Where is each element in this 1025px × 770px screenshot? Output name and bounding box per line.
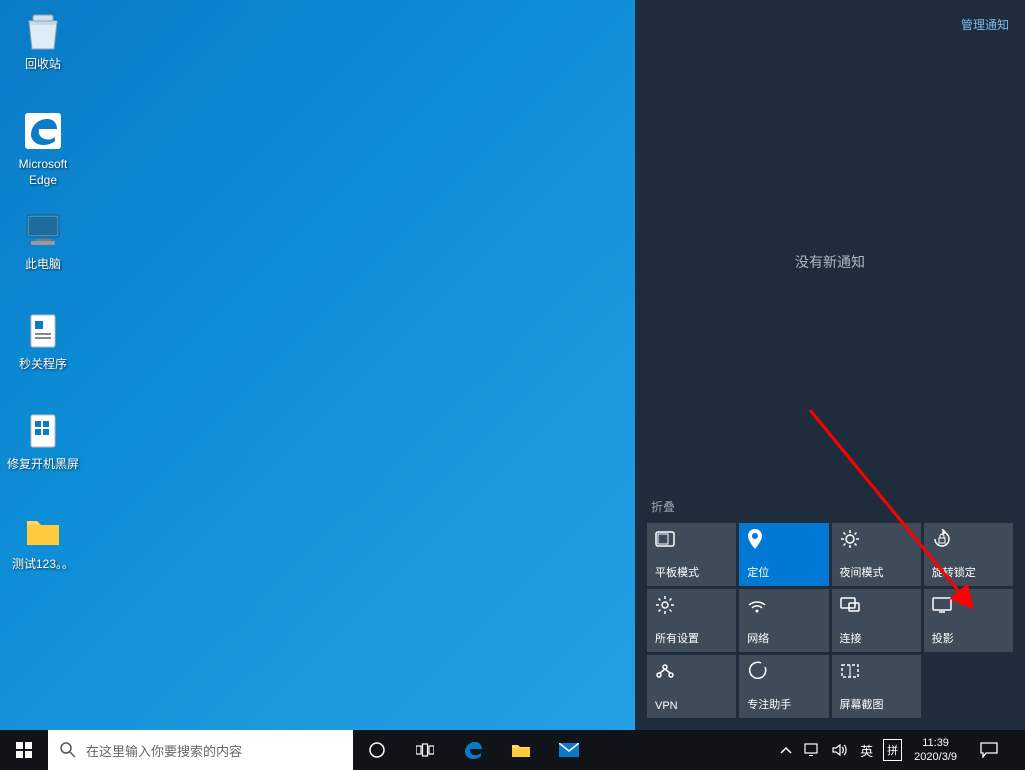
tile-location[interactable]: 定位 (739, 523, 828, 586)
task-view-icon (416, 743, 434, 757)
taskbar-spacer (593, 730, 768, 770)
tray-ime-lang[interactable]: 英 (854, 730, 879, 770)
taskbar-app-edge[interactable] (449, 730, 497, 770)
tray-network[interactable] (798, 730, 826, 770)
collapse-button[interactable]: 折叠 (635, 490, 1025, 523)
date-text: 2020/3/9 (914, 750, 957, 764)
icon-label: 修复开机黑屏 (7, 457, 79, 473)
icon-label: Microsoft Edge (7, 157, 79, 188)
desktop-icon-recycle-bin[interactable]: 回收站 (5, 5, 81, 75)
desktop-icon-seconds-off[interactable]: 秒关程序 (5, 305, 81, 375)
tile-label: 旋转锁定 (932, 564, 1005, 580)
system-tray: 英 拼 11:39 2020/3/9 (768, 730, 1025, 770)
snip-icon (840, 661, 913, 681)
windows-icon (16, 742, 32, 758)
tile-label: 平板模式 (655, 564, 728, 580)
tile-label: 所有设置 (655, 630, 728, 646)
tile-label: 连接 (840, 630, 913, 646)
tray-volume[interactable] (826, 730, 854, 770)
focus-icon (747, 661, 820, 681)
taskbar-app-mail[interactable] (545, 730, 593, 770)
network-icon (804, 743, 820, 757)
edge-icon (19, 107, 67, 155)
tablet-icon (655, 529, 728, 549)
action-center-button[interactable] (965, 742, 1013, 758)
volume-icon (832, 743, 848, 757)
settings-icon (655, 595, 728, 615)
search-box[interactable]: 在这里输入你要搜索的内容 (48, 730, 353, 770)
tile-vpn[interactable]: VPN (647, 655, 736, 718)
tile-label: 定位 (747, 564, 820, 580)
taskbar-app-explorer[interactable] (497, 730, 545, 770)
chevron-up-icon (780, 746, 792, 754)
tile-label: 网络 (747, 630, 820, 646)
tile-all-settings[interactable]: 所有设置 (647, 589, 736, 652)
file-icon (19, 307, 67, 355)
desktop-icon-this-pc[interactable]: 此电脑 (5, 205, 81, 275)
tile-label: 专注助手 (747, 696, 820, 712)
start-button[interactable] (0, 730, 48, 770)
icon-label: 此电脑 (25, 257, 61, 273)
action-center-header: 管理通知 (635, 0, 1025, 33)
desktop-icon-fix-boot[interactable]: 修复开机黑屏 (5, 405, 81, 475)
quick-actions-grid: 平板模式 定位 夜间模式 旋转锁定 所有设置 (635, 523, 1025, 730)
icon-label: 秒关程序 (19, 357, 67, 373)
tile-network[interactable]: 网络 (739, 589, 828, 652)
clock[interactable]: 11:39 2020/3/9 (906, 736, 965, 765)
tile-night-light[interactable]: 夜间模式 (832, 523, 921, 586)
search-placeholder: 在这里输入你要搜索的内容 (86, 741, 242, 760)
tray-chevron-up[interactable] (774, 730, 798, 770)
folder-icon (19, 507, 67, 555)
action-center-panel: 管理通知 没有新通知 折叠 平板模式 定位 夜间模式 旋转锁定 (635, 0, 1025, 730)
night-icon (840, 529, 913, 549)
file-icon (19, 407, 67, 455)
search-icon (60, 742, 76, 758)
tile-project[interactable]: 投影 (924, 589, 1013, 652)
notification-icon (980, 742, 998, 758)
edge-icon (462, 739, 484, 761)
tile-label: 屏幕截图 (840, 696, 913, 712)
location-icon (747, 529, 820, 549)
tile-screen-snip[interactable]: 屏幕截图 (832, 655, 921, 718)
time-text: 11:39 (922, 736, 949, 750)
no-notifications-text: 没有新通知 (795, 252, 865, 272)
desktop-icon-test-folder[interactable]: 测试123。。 (5, 505, 81, 575)
tile-focus-assist[interactable]: 专注助手 (739, 655, 828, 718)
task-view-button[interactable] (401, 730, 449, 770)
manage-notifications-link[interactable]: 管理通知 (961, 16, 1009, 33)
this-pc-icon (19, 207, 67, 255)
taskbar: 在这里输入你要搜索的内容 (0, 730, 1025, 770)
rotation-lock-icon (932, 529, 1005, 549)
connect-icon (840, 595, 913, 615)
folder-icon (511, 742, 531, 758)
tile-label: VPN (655, 700, 728, 712)
action-center-body: 没有新通知 (635, 33, 1025, 490)
cortana-button[interactable] (353, 730, 401, 770)
tile-label: 投影 (932, 630, 1005, 646)
tile-tablet-mode[interactable]: 平板模式 (647, 523, 736, 586)
mail-icon (559, 743, 579, 757)
tile-rotation-lock[interactable]: 旋转锁定 (924, 523, 1013, 586)
vpn-icon (655, 661, 728, 681)
icon-label: 回收站 (25, 57, 61, 73)
network-icon (747, 595, 820, 615)
recycle-bin-icon (19, 7, 67, 55)
tray-ime-indicator[interactable]: 拼 (883, 739, 902, 761)
cortana-icon (368, 741, 386, 759)
project-icon (932, 595, 1005, 615)
icon-label: 测试123。。 (12, 557, 74, 573)
tile-connect[interactable]: 连接 (832, 589, 921, 652)
desktop-icon-edge[interactable]: Microsoft Edge (5, 105, 81, 190)
tile-label: 夜间模式 (840, 564, 913, 580)
